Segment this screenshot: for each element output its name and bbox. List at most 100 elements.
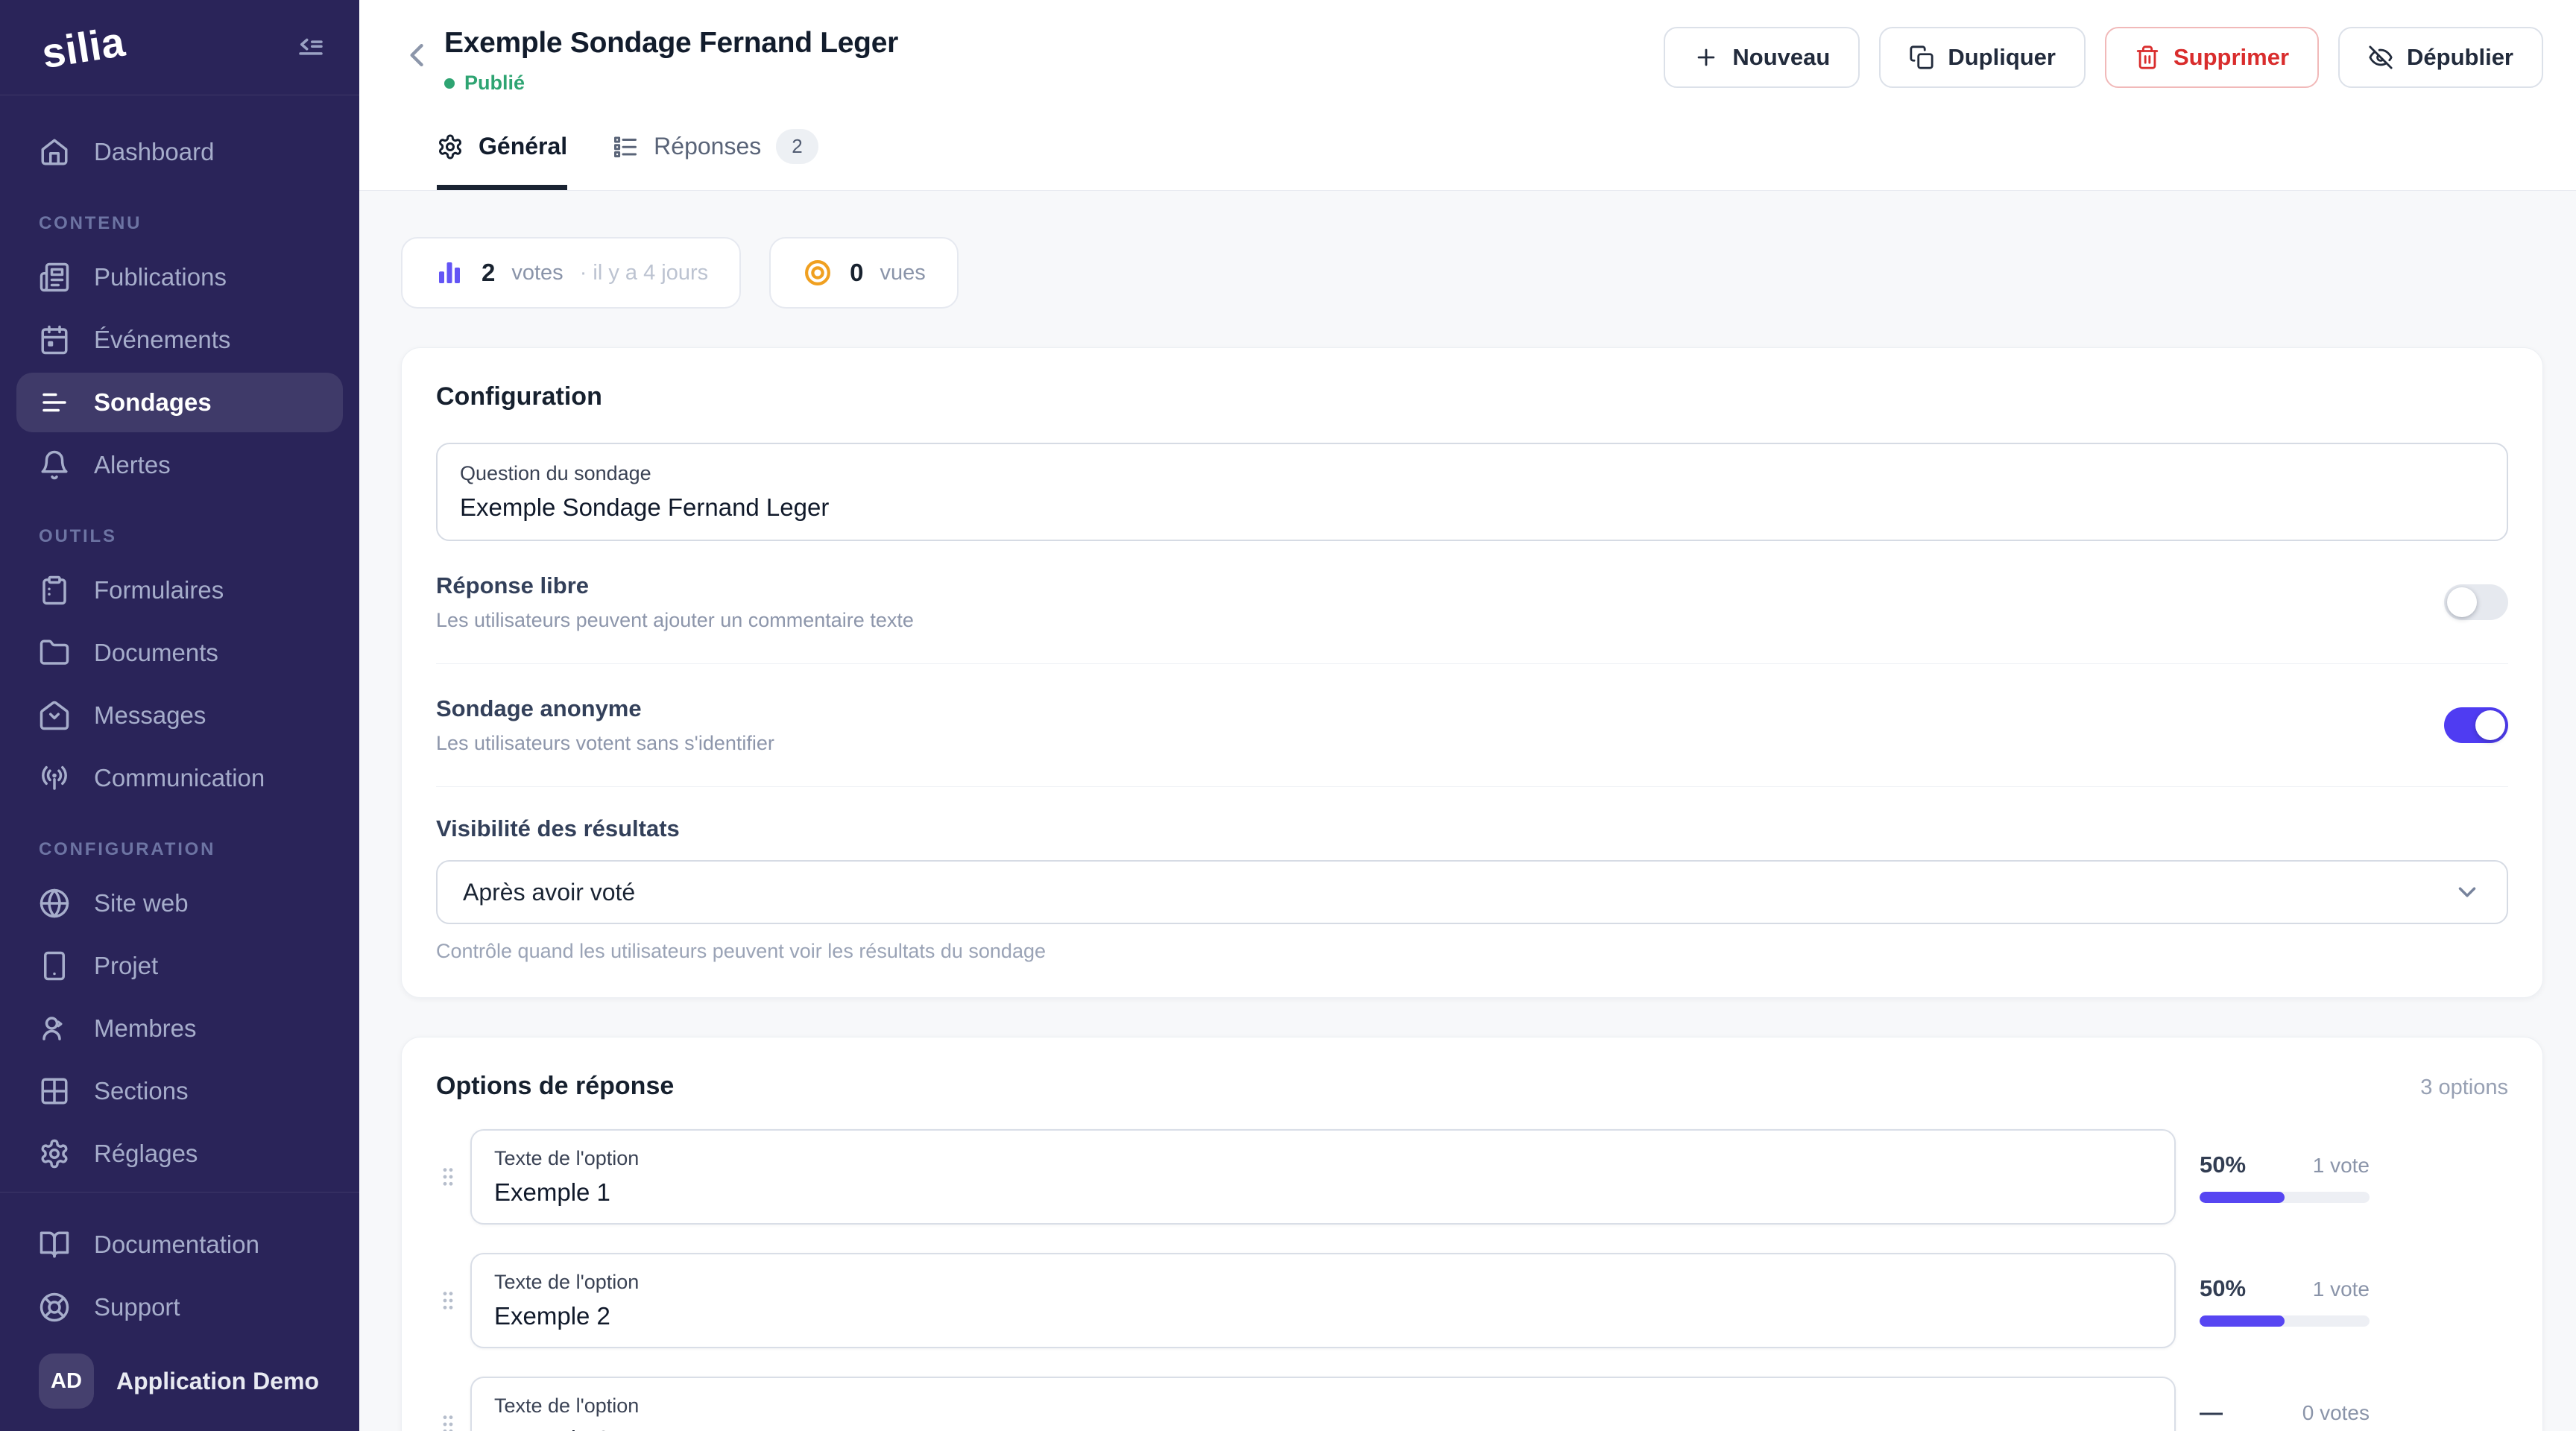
sidebar-item-alertes[interactable]: Alertes (16, 435, 343, 495)
option-field-2[interactable]: Texte de l'option Exemple 2 (470, 1253, 2176, 1348)
visibility-helper: Contrôle quand les utilisateurs peuvent … (436, 940, 2508, 963)
status-label: Publié (464, 72, 525, 95)
sidebar-item-site-web[interactable]: Site web (16, 874, 343, 933)
tab-bar: Général Réponses 2 (401, 129, 2543, 190)
folder-icon (39, 637, 70, 669)
user-icon (39, 1013, 70, 1044)
delete-button-label: Supprimer (2174, 44, 2289, 71)
visibility-label: Visibilité des résultats (436, 815, 2508, 842)
sidebar-item-documentation[interactable]: Documentation (16, 1215, 343, 1274)
option-field-value: Exemple 1 (494, 1178, 2152, 1207)
option-row-2: Texte de l'option Exemple 2 50% 1 vote (436, 1253, 2508, 1348)
mail-icon (39, 700, 70, 731)
option-percent: 50% (2200, 1152, 2246, 1178)
option-votes: 1 vote (2313, 1154, 2370, 1178)
sidebar-item-sondages[interactable]: Sondages (16, 373, 343, 432)
sidebar-item-label: Alertes (94, 451, 171, 479)
eye-off-icon (2368, 45, 2393, 70)
duplicate-button-label: Dupliquer (1948, 44, 2056, 71)
anonymous-toggle[interactable] (2444, 707, 2508, 743)
home-icon (39, 136, 70, 168)
sidebar-collapse-button[interactable] (295, 32, 326, 63)
option-field-label: Texte de l'option (494, 1147, 2152, 1170)
configuration-card: Configuration Question du sondage Exempl… (401, 347, 2543, 998)
progress-fill (2200, 1315, 2285, 1327)
visibility-section: Visibilité des résultats Après avoir vot… (436, 787, 2508, 963)
copy-icon (1909, 45, 1934, 70)
life-buoy-icon (39, 1292, 70, 1323)
option-row-3: Texte de l'option Exemple 3 — 0 votes (436, 1377, 2508, 1431)
sidebar-item-publications[interactable]: Publications (16, 247, 343, 307)
sidebar-item-projet[interactable]: Projet (16, 936, 343, 996)
sidebar-item-reglages[interactable]: Réglages (16, 1124, 343, 1184)
sidebar-item-communication[interactable]: Communication (16, 748, 343, 808)
grip-vertical-icon (436, 1412, 460, 1431)
free-response-label: Réponse libre (436, 572, 914, 599)
question-field-label: Question du sondage (460, 462, 2484, 485)
sidebar-item-label: Formulaires (94, 576, 224, 604)
sidebar-item-label: Projet (94, 952, 158, 980)
options-count: 3 options (2420, 1075, 2508, 1100)
tab-responses[interactable]: Réponses 2 (612, 129, 818, 190)
sidebar-item-sections[interactable]: Sections (16, 1061, 343, 1121)
sidebar-header: silia (0, 0, 359, 95)
list-icon (612, 133, 639, 160)
option-field-1[interactable]: Texte de l'option Exemple 1 (470, 1129, 2176, 1225)
tab-general-label: Général (479, 133, 567, 160)
back-button[interactable] (401, 39, 434, 72)
tab-general[interactable]: Général (437, 129, 567, 190)
option-field-3[interactable]: Texte de l'option Exemple 3 (470, 1377, 2176, 1431)
sidebar-item-label: Documentation (94, 1231, 259, 1259)
sidebar-item-messages[interactable]: Messages (16, 686, 343, 745)
configuration-title: Configuration (436, 382, 2508, 411)
sidebar-item-dashboard[interactable]: Dashboard (16, 122, 343, 182)
option-percent: 50% (2200, 1275, 2246, 1302)
user-name: Application Demo (116, 1368, 319, 1395)
option-votes: 0 votes (2302, 1401, 2370, 1425)
sidebar-item-label: Support (94, 1293, 180, 1321)
sidebar-nav: Dashboard CONTENU Publications Événement… (0, 95, 359, 1192)
free-response-toggle[interactable] (2444, 584, 2508, 620)
user-account[interactable]: AD Application Demo (16, 1343, 343, 1409)
sidebar-item-label: Publications (94, 263, 227, 291)
clipboard-icon (39, 575, 70, 606)
stats-row: 2 votes · il y a 4 jours 0 vues (401, 237, 2543, 309)
question-field[interactable]: Question du sondage Exemple Sondage Fern… (436, 443, 2508, 541)
duplicate-button[interactable]: Dupliquer (1879, 27, 2086, 88)
unpublish-button[interactable]: Dépublier (2338, 27, 2543, 88)
sidebar-item-evenements[interactable]: Événements (16, 310, 343, 370)
delete-button[interactable]: Supprimer (2105, 27, 2319, 88)
drag-handle[interactable] (436, 1289, 470, 1312)
broadcast-icon (39, 762, 70, 794)
visibility-select[interactable]: Après avoir voté (436, 860, 2508, 924)
chevron-left-icon (401, 39, 434, 72)
calendar-icon (39, 324, 70, 356)
votes-meta: · il y a 4 jours (580, 261, 708, 285)
option-row-1: Texte de l'option Exemple 1 50% 1 vote (436, 1129, 2508, 1225)
drag-handle[interactable] (436, 1412, 470, 1431)
sidebar-item-formulaires[interactable]: Formulaires (16, 560, 343, 620)
tab-responses-label: Réponses (654, 133, 761, 160)
plus-icon (1693, 45, 1719, 70)
sidebar-item-label: Documents (94, 639, 218, 667)
sidebar-item-label: Sections (94, 1077, 189, 1105)
sidebar-item-label: Messages (94, 701, 206, 730)
app-logo: silia (39, 17, 128, 78)
target-icon (802, 257, 833, 288)
responses-count-badge: 2 (776, 129, 818, 164)
free-response-description: Les utilisateurs peuvent ajouter un comm… (436, 609, 914, 632)
sidebar-item-documents[interactable]: Documents (16, 623, 343, 683)
sidebar-item-membres[interactable]: Membres (16, 999, 343, 1058)
drag-handle[interactable] (436, 1165, 470, 1189)
tablet-icon (39, 950, 70, 982)
sidebar-section-contenu: CONTENU (39, 213, 343, 234)
collapse-sidebar-icon (295, 32, 326, 63)
grid-icon (39, 1075, 70, 1107)
sidebar-item-support[interactable]: Support (16, 1277, 343, 1337)
votes-value: 2 (482, 259, 495, 287)
visibility-select-value: Après avoir voté (463, 879, 635, 906)
options-card: Options de réponse 3 options Texte de l'… (401, 1037, 2543, 1431)
sidebar: silia Dashboard CONTENU Publications Évé… (0, 0, 359, 1431)
votes-chip: 2 votes · il y a 4 jours (401, 237, 741, 309)
new-button[interactable]: Nouveau (1664, 27, 1860, 88)
